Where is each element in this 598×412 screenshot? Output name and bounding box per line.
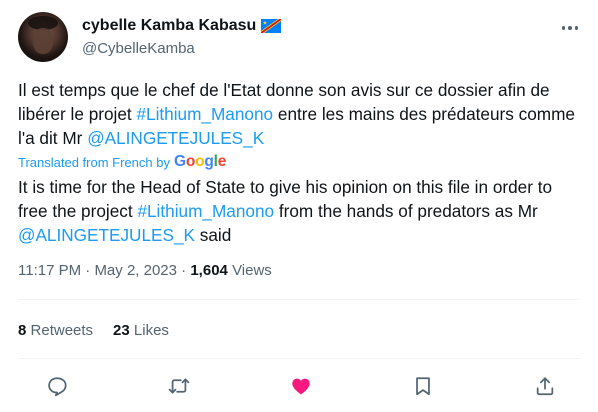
views-label: Views [232, 262, 272, 279]
retweets-stat[interactable]: 8 Retweets [18, 322, 93, 339]
like-button[interactable] [284, 370, 318, 402]
likes-count: 23 [113, 322, 130, 339]
retweets-label: Retweets [30, 322, 94, 339]
tweet-text-segment: said [194, 225, 232, 245]
drc-flag-icon [261, 19, 282, 33]
mention-link[interactable]: @ALINGETEJULES_K [18, 225, 195, 245]
meta-separator: · [85, 262, 91, 279]
author-name-row: cybelle Kamba Kabasu [82, 17, 282, 35]
google-logo: Google [173, 153, 227, 170]
bookmark-icon [416, 377, 430, 396]
tweet-translated-text: It is time for the Head of State to give… [18, 175, 578, 247]
divider [18, 299, 580, 300]
mention-link[interactable]: @ALINGETEJULES_K [87, 128, 264, 148]
tweet-original-text: Il est temps que le chef de l'Etat donne… [18, 78, 578, 150]
more-dot-icon [568, 26, 572, 30]
tweet-date[interactable]: May 2, 2023 [94, 262, 177, 279]
like-icon [292, 378, 310, 395]
author-display-name[interactable]: cybelle Kamba Kabasu [82, 17, 256, 35]
tweet-time[interactable]: 11:17 PM [18, 262, 81, 279]
hashtag-link[interactable]: #Lithium_Manono [137, 201, 274, 221]
hashtag-link[interactable]: #Lithium_Manono [136, 104, 273, 124]
more-options-button[interactable] [552, 20, 588, 36]
meta-separator: · [181, 262, 187, 279]
translation-attribution: Translated from French by Google [18, 153, 226, 171]
translated-from-label: Translated from French by [18, 154, 170, 170]
retweet-button[interactable] [162, 370, 196, 402]
author-handle[interactable]: @CybelleKamba [82, 40, 195, 57]
tweet-actions [40, 370, 562, 402]
retweet-icon [168, 378, 190, 394]
share-icon [536, 377, 554, 396]
reply-icon [48, 377, 67, 397]
divider [18, 358, 580, 359]
likes-label: Likes [133, 322, 169, 339]
more-dot-icon [561, 26, 566, 30]
retweets-count: 8 [18, 322, 27, 339]
likes-stat[interactable]: 23 Likes [113, 322, 169, 339]
bookmark-button[interactable] [406, 370, 440, 402]
engagement-stats: 8 Retweets 23 Likes [18, 322, 169, 339]
more-dot-icon [574, 26, 579, 30]
tweet-text-segment: from the hands of predators as Mr [274, 201, 538, 221]
tweet-meta: 11:17 PM · May 2, 2023 · 1,604 Views [18, 262, 272, 279]
views-count: 1,604 [190, 262, 228, 279]
avatar[interactable] [18, 12, 68, 62]
reply-button[interactable] [40, 370, 74, 402]
share-button[interactable] [528, 370, 562, 402]
